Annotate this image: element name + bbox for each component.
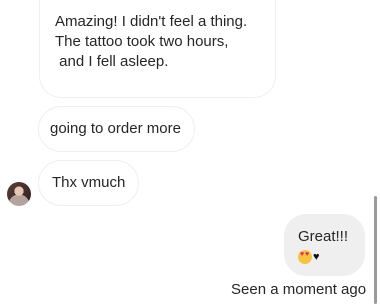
scrollbar[interactable] bbox=[374, 196, 377, 304]
message-bubble-incoming[interactable]: Thx vmuch bbox=[38, 160, 140, 206]
seen-status: Seen a moment ago bbox=[231, 281, 367, 298]
message-bubble-incoming[interactable]: Amazing! I didn't feel a thing. The tatt… bbox=[39, 0, 276, 98]
message-text: Thx vmuch bbox=[52, 174, 126, 191]
message-bubble-outgoing[interactable]: Great!!! ♥ bbox=[284, 214, 365, 276]
emoji-row: ♥ bbox=[298, 248, 354, 265]
heart-eyes-emoji-icon bbox=[298, 249, 312, 264]
message-bubble-incoming[interactable]: going to order more bbox=[38, 106, 195, 152]
message-text-line: Amazing! I didn't feel a thing. bbox=[55, 13, 248, 30]
message-text: Great!!! bbox=[298, 228, 349, 245]
message-text-line: The tattoo took two hours, bbox=[55, 33, 229, 50]
message-text-line: and I fell asleep. bbox=[55, 53, 169, 70]
sender-avatar[interactable] bbox=[7, 182, 31, 206]
message-text: going to order more bbox=[50, 120, 181, 137]
black-heart-emoji-icon: ♥ bbox=[313, 250, 320, 263]
